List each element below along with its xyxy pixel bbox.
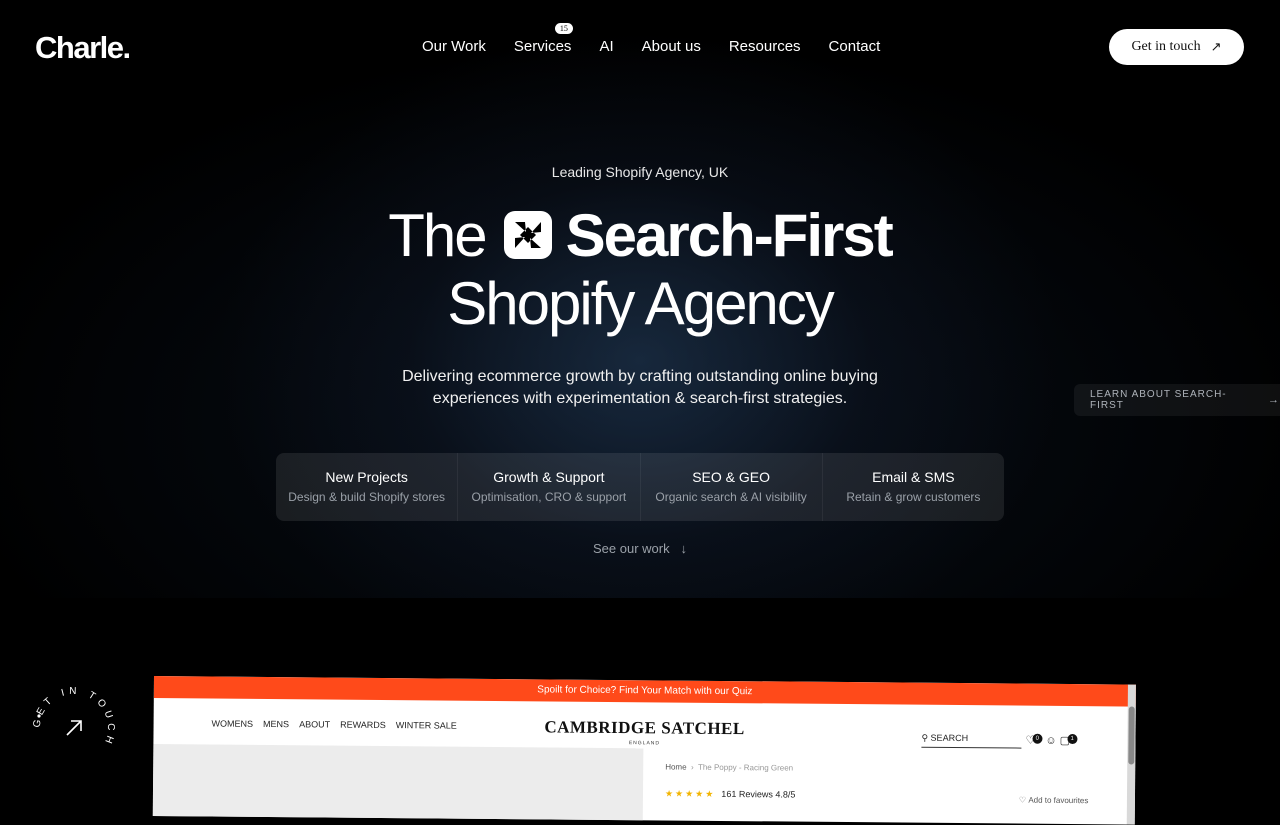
preview-search-field: ⚲ SEARCH: [921, 732, 1022, 749]
search-icon: ⚲: [921, 732, 931, 743]
arrow-down-icon: ↓: [673, 541, 687, 556]
arrow-up-right-icon: [66, 720, 82, 736]
wishlist-count: 0: [1032, 733, 1043, 744]
nav-item-about-us[interactable]: About us: [642, 38, 701, 55]
nav-item-contact[interactable]: Contact: [829, 38, 881, 55]
nav-item-ai[interactable]: AI: [599, 38, 613, 55]
svg-text:GET IN TOUCH: GET IN TOUCH: [32, 686, 117, 749]
crumb-current: The Poppy - Racing Green: [697, 762, 794, 773]
headline-the: The: [388, 202, 487, 269]
service-title: Email & SMS: [872, 469, 955, 485]
preview-rating: ★★★★★ 161 Reviews 4.8/5: [665, 788, 795, 800]
service-email-sms[interactable]: Email & SMS Retain & grow customers: [823, 453, 1004, 521]
preview-header-icons: ♡0 ☺ ▢1: [1025, 733, 1078, 747]
preview-search-label: SEARCH: [930, 732, 969, 744]
service-desc: Organic search & AI visibility: [655, 490, 807, 504]
services-count-badge: 15: [554, 23, 573, 34]
crumb-separator: ›: [688, 762, 696, 772]
get-in-touch-label: Get in touch: [1131, 39, 1201, 54]
preview-breadcrumb: Home › The Poppy - Racing Green: [665, 762, 793, 772]
project-preview-screenshot[interactable]: Spoilt for Choice? Find Your Match with …: [152, 676, 1136, 825]
preview-product-gallery: [152, 743, 644, 825]
see-our-work-link[interactable]: See our work ↓: [0, 541, 1280, 556]
preview-reviews: 161 Reviews 4.8/5: [721, 788, 796, 800]
see-our-work-label: See our work: [593, 541, 670, 556]
service-desc: Design & build Shopify stores: [288, 490, 445, 504]
headline-search-first: Search-First: [565, 202, 894, 269]
round-badge-text: GET IN TOUCH: [32, 686, 112, 749]
crumb-home: Home: [665, 762, 687, 772]
preview-scrollbar-thumb: [1128, 706, 1135, 765]
service-seo-geo[interactable]: SEO & GEO Organic search & AI visibility: [641, 453, 823, 521]
preview-fav-label: Add to favourites: [1028, 795, 1089, 806]
badge-dot: [37, 714, 41, 718]
hero-headline-line1: The Search-First: [0, 200, 1280, 272]
hero-subtitle: Delivering ecommerce growth by crafting …: [402, 368, 878, 407]
learn-search-first-tab[interactable]: LEARN ABOUT SEARCH-FIRST →: [1074, 384, 1280, 416]
hero-headline-line2: Shopify Agency: [447, 270, 835, 337]
arrow-right-icon: →: [1268, 394, 1280, 406]
nav-item-resources[interactable]: Resources: [729, 38, 801, 55]
star-rating-icon: ★★★★★: [664, 788, 716, 799]
learn-search-first-label: LEARN ABOUT SEARCH-FIRST: [1090, 389, 1227, 411]
nav-item-services[interactable]: Services 15: [513, 23, 573, 55]
main-nav: Our Work Services 15 AI About us Resourc…: [422, 23, 908, 55]
nav-item-our-work[interactable]: Our Work: [422, 38, 486, 55]
service-title: Growth & Support: [493, 469, 605, 485]
service-title: New Projects: [325, 469, 408, 485]
preview-promo-bar: Spoilt for Choice? Find Your Match with …: [153, 676, 1136, 707]
service-new-projects[interactable]: New Projects Design & build Shopify stor…: [276, 453, 459, 521]
get-in-touch-round-badge[interactable]: GET IN TOUCH: [30, 684, 118, 772]
hero-eyebrow: Leading Shopify Agency, UK: [551, 164, 729, 180]
service-desc: Optimisation, CRO & support: [471, 490, 627, 504]
nav-item-services-label: Services: [513, 38, 572, 55]
service-desc: Retain & grow customers: [846, 490, 981, 504]
get-in-touch-button[interactable]: Get in touch ↗: [1109, 29, 1244, 65]
user-icon: ☺: [1045, 734, 1057, 747]
service-growth-support[interactable]: Growth & Support Optimisation, CRO & sup…: [458, 453, 641, 521]
preview-add-favourites: ♡ Add to favourites: [1019, 796, 1089, 806]
heart-icon: ♡: [1018, 795, 1029, 805]
arrow-up-right-icon: ↗: [1210, 39, 1222, 54]
service-title: SEO & GEO: [692, 469, 771, 485]
charle-logo[interactable]: Charle.: [35, 30, 131, 66]
services-strip: New Projects Design & build Shopify stor…: [276, 453, 1004, 521]
cart-count: 1: [1067, 733, 1078, 745]
brand-mark-icon: [503, 211, 552, 260]
